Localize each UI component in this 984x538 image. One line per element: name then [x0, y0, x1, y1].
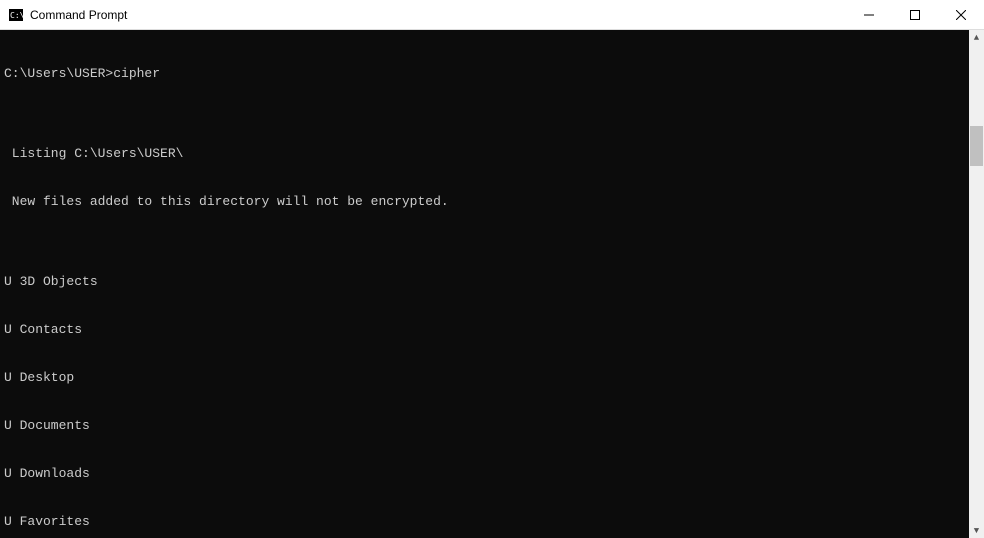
scroll-down-arrow-icon[interactable]: ▼	[969, 523, 984, 538]
output-entry: U Desktop	[4, 370, 969, 386]
window-title: Command Prompt	[30, 8, 846, 22]
terminal[interactable]: C:\Users\USER>cipher Listing C:\Users\US…	[0, 30, 969, 538]
svg-text:C:\: C:\	[10, 11, 23, 20]
scroll-up-arrow-icon[interactable]: ▲	[969, 30, 984, 45]
scroll-thumb[interactable]	[970, 126, 983, 166]
terminal-container: C:\Users\USER>cipher Listing C:\Users\US…	[0, 30, 984, 538]
output-entry: U 3D Objects	[4, 274, 969, 290]
maximize-button[interactable]	[892, 0, 938, 29]
output-entry: U Documents	[4, 418, 969, 434]
output-entry: U Favorites	[4, 514, 969, 530]
window-controls	[846, 0, 984, 29]
vertical-scrollbar[interactable]: ▲ ▼	[969, 30, 984, 538]
output-line: New files added to this directory will n…	[4, 194, 969, 210]
output-entry: U Contacts	[4, 322, 969, 338]
close-button[interactable]	[938, 0, 984, 29]
titlebar: C:\ Command Prompt	[0, 0, 984, 30]
output-line: Listing C:\Users\USER\	[4, 146, 969, 162]
command-line: C:\Users\USER>cipher	[4, 66, 969, 82]
cmd-icon: C:\	[8, 7, 24, 23]
output-entry: U Downloads	[4, 466, 969, 482]
minimize-button[interactable]	[846, 0, 892, 29]
